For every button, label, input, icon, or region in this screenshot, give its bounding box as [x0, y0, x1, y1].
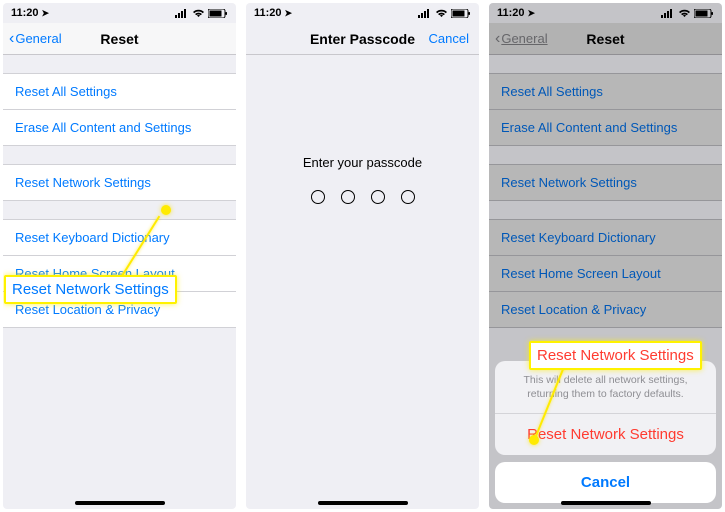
home-indicator[interactable]	[75, 501, 165, 505]
sheet-block: This will delete all network settings, r…	[495, 361, 716, 455]
battery-icon	[208, 9, 228, 18]
passcode-dots	[311, 190, 415, 204]
signal-icon	[175, 9, 189, 18]
passcode-area: Enter your passcode	[246, 55, 479, 509]
signal-icon	[418, 9, 432, 18]
reset-all-settings[interactable]: Reset All Settings	[3, 74, 236, 110]
wifi-icon	[435, 9, 448, 18]
phone-screen-2: 11:20 ➤ Enter Passcode Cancel Enter your…	[246, 3, 479, 509]
annotation-dot	[161, 205, 171, 215]
phone-screen-1: 11:20 ➤ ‹ General Reset Reset All Settin…	[3, 3, 236, 509]
home-indicator[interactable]	[561, 501, 651, 505]
nav-bar: Enter Passcode Cancel	[246, 23, 479, 55]
action-sheet: This will delete all network settings, r…	[495, 361, 716, 503]
nav-bar: ‹ General Reset	[3, 23, 236, 55]
passcode-dot	[311, 190, 325, 204]
status-time: 11:20	[254, 7, 282, 19]
home-indicator[interactable]	[318, 501, 408, 505]
status-bar: 11:20 ➤	[246, 3, 479, 23]
back-label: General	[15, 31, 61, 46]
reset-location-privacy[interactable]: Reset Location & Privacy	[3, 292, 236, 327]
passcode-prompt: Enter your passcode	[303, 155, 422, 170]
reset-network-settings[interactable]: Reset Network Settings	[3, 165, 236, 200]
location-icon: ➤	[285, 8, 293, 19]
sheet-cancel-button[interactable]: Cancel	[495, 462, 716, 503]
sheet-message: This will delete all network settings, r…	[495, 361, 716, 414]
passcode-dot	[401, 190, 415, 204]
wifi-icon	[192, 9, 205, 18]
reset-keyboard-dictionary[interactable]: Reset Keyboard Dictionary	[3, 220, 236, 256]
passcode-dot	[371, 190, 385, 204]
status-time: 11:20	[11, 7, 39, 19]
erase-all-content[interactable]: Erase All Content and Settings	[3, 110, 236, 145]
sheet-reset-network-settings[interactable]: Reset Network Settings	[495, 414, 716, 455]
list-group: Reset All Settings Erase All Content and…	[3, 73, 236, 146]
chevron-left-icon: ‹	[9, 31, 14, 47]
reset-home-screen-layout[interactable]: Reset Home Screen Layout	[3, 256, 236, 292]
phone-screen-3: 11:20 ➤ ‹ General Reset Reset All Settin…	[489, 3, 722, 509]
battery-icon	[451, 9, 471, 18]
cancel-button[interactable]: Cancel	[429, 31, 469, 46]
nav-title: Reset	[100, 31, 138, 47]
status-bar: 11:20 ➤	[3, 3, 236, 23]
back-button[interactable]: ‹ General	[9, 31, 62, 47]
location-icon: ➤	[42, 8, 50, 19]
list-group: Reset Keyboard Dictionary Reset Home Scr…	[3, 219, 236, 328]
passcode-dot	[341, 190, 355, 204]
nav-title: Enter Passcode	[310, 31, 415, 47]
list-group: Reset Network Settings	[3, 164, 236, 201]
